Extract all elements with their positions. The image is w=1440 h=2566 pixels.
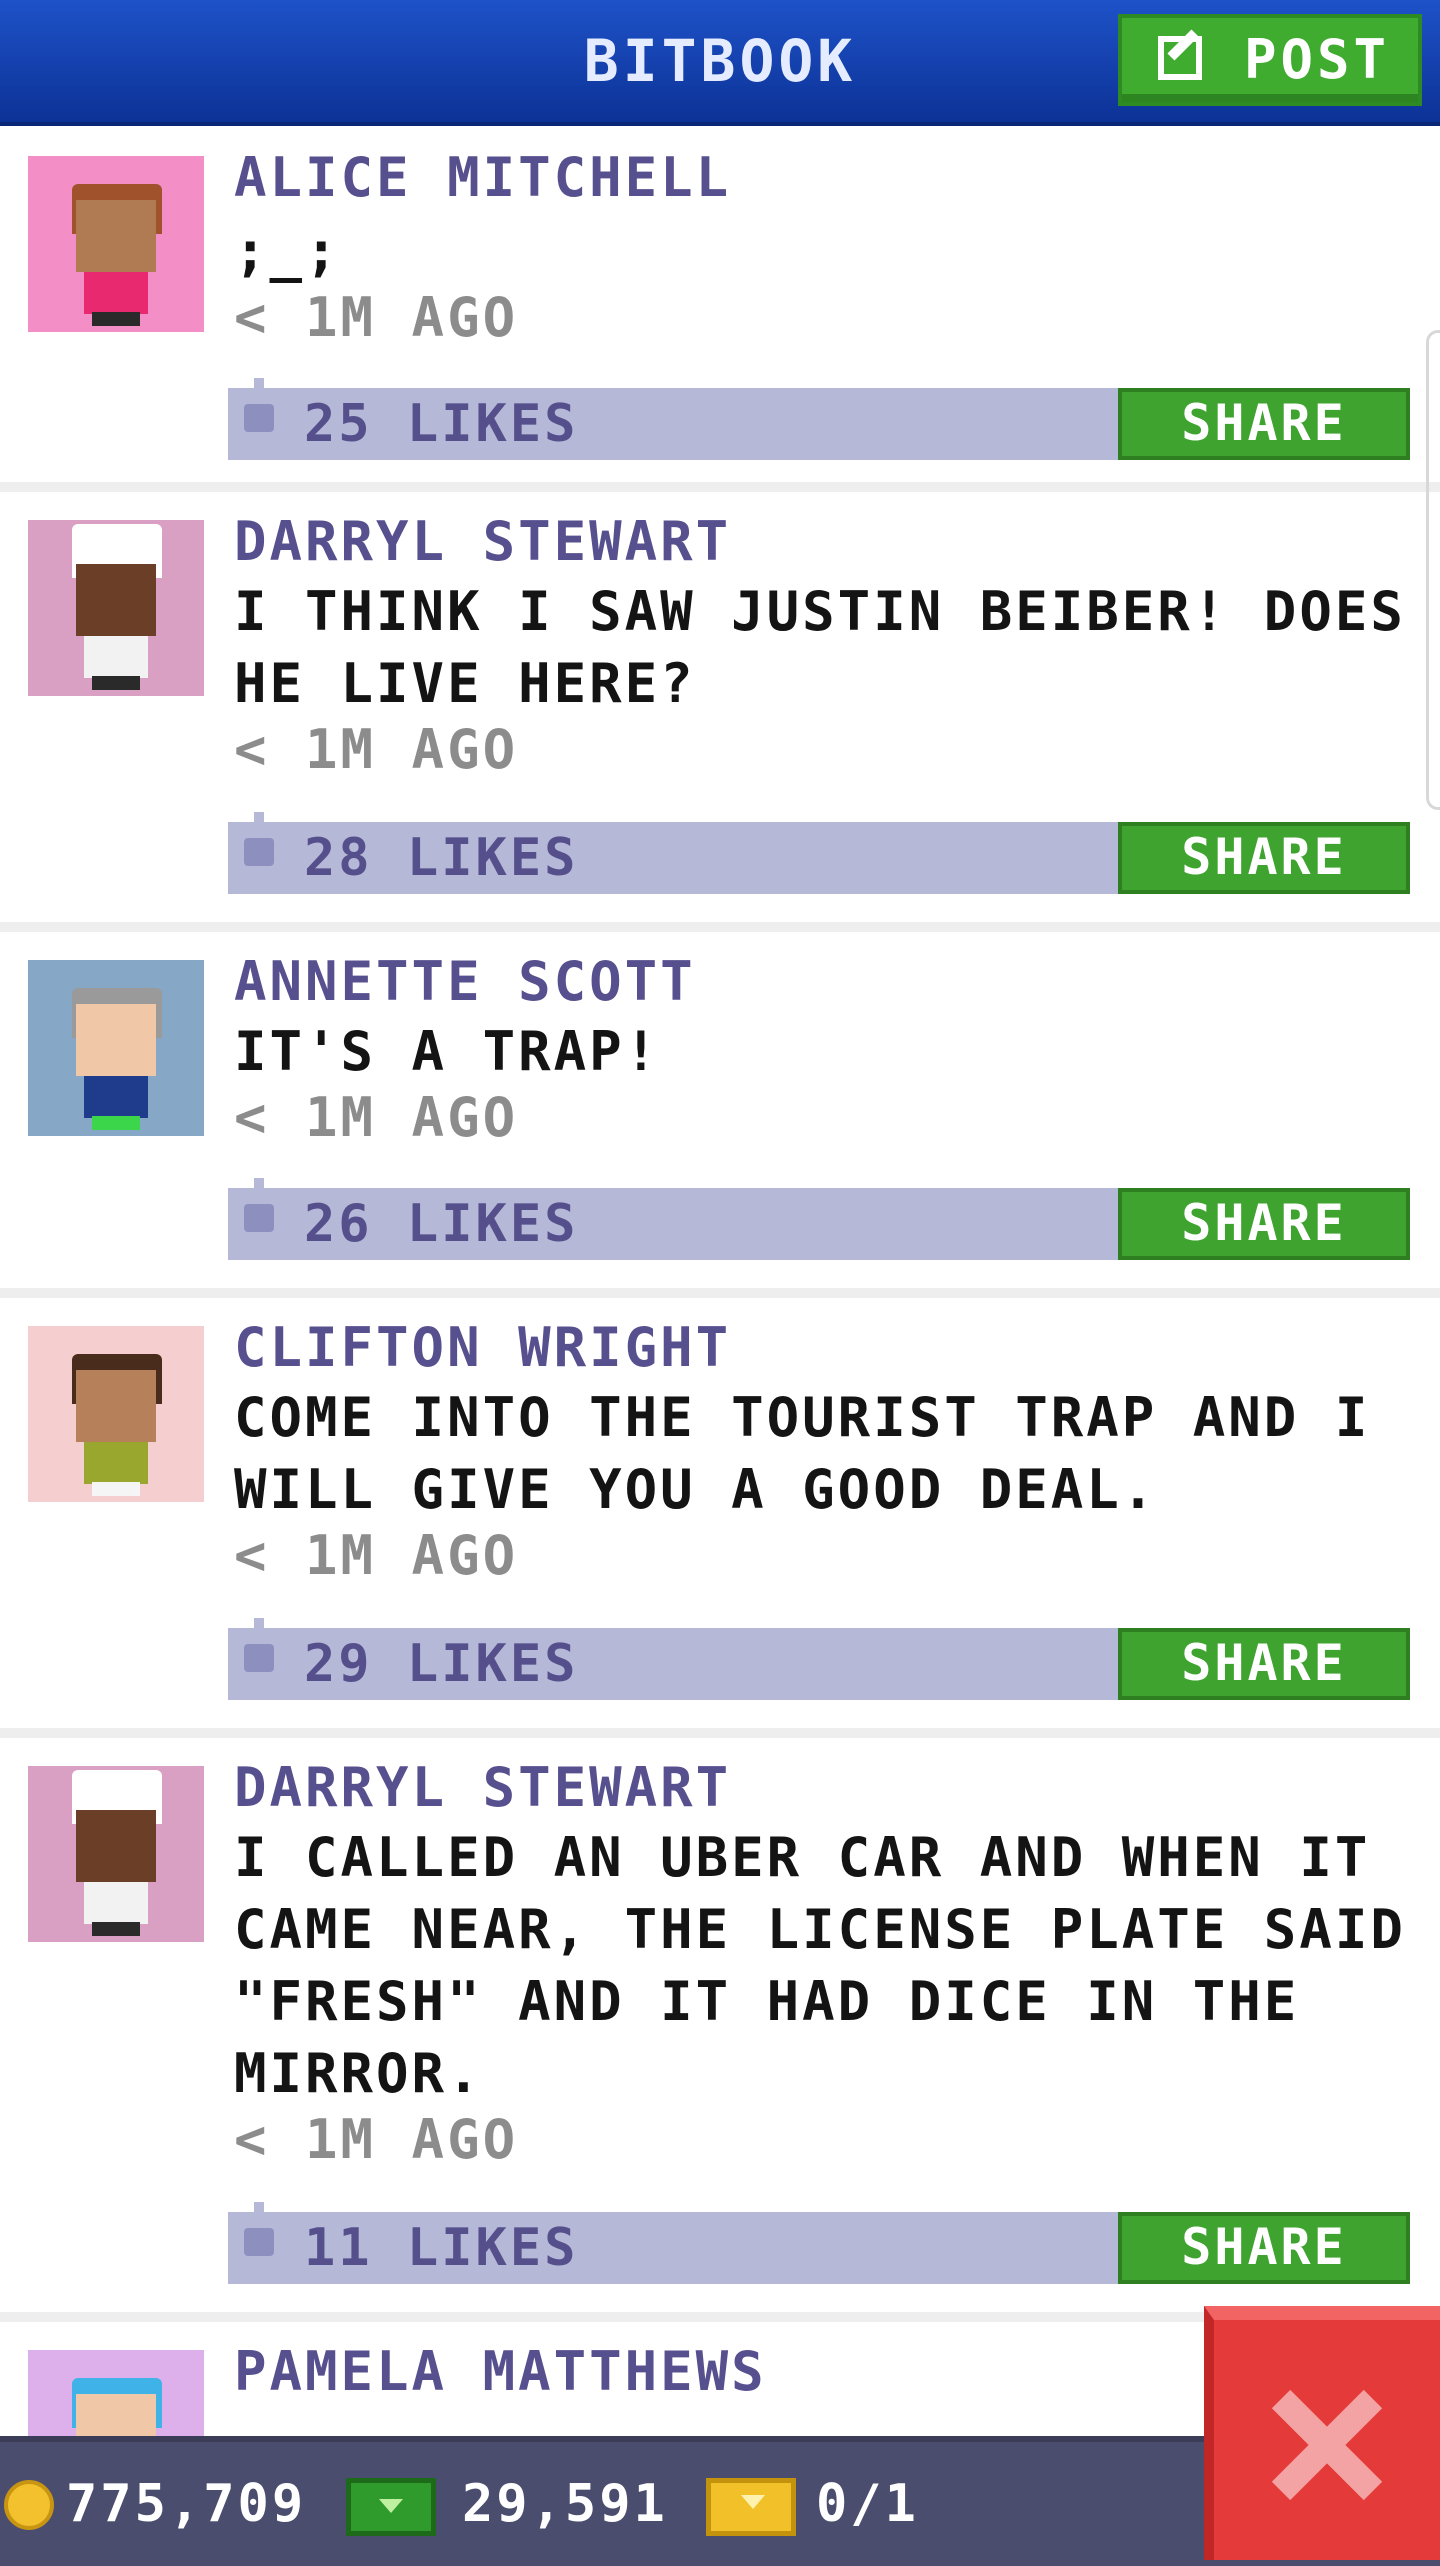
feed-post: ALICE MITCHELL ;_; < 1M AGO 25 LIKES SHA… [0,126,1440,492]
feed-post: DARRYL STEWART I THINK I SAW JUSTIN BEIB… [0,492,1440,932]
post-author[interactable]: ALICE MITCHELL [234,146,731,209]
thumbs-up-icon [244,1618,274,1672]
thumbs-up-icon [244,812,274,866]
avatar[interactable] [28,520,204,696]
compose-icon [1158,36,1202,80]
scrollbar[interactable] [1426,330,1440,810]
post-time: < 1M AGO [234,1524,519,1587]
like-bar[interactable]: 29 LIKES SHARE [228,1618,1410,1700]
like-count: 11 LIKES [304,2218,579,2278]
bux-icon [346,2478,436,2536]
ticket-icon [706,2478,796,2536]
thumbs-up-icon [244,2202,274,2256]
like-count: 25 LIKES [304,394,579,454]
feed[interactable]: ALICE MITCHELL ;_; < 1M AGO 25 LIKES SHA… [0,126,1440,2526]
post-author[interactable]: CLIFTON WRIGHT [234,1316,731,1379]
feed-post: ANNETTE SCOTT IT'S A TRAP! < 1M AGO 26 L… [0,932,1440,1298]
post-message: ;_; [234,220,341,283]
post-message: I CALLED AN UBER CAR AND WHEN IT CAME NE… [234,1826,1406,2105]
thumbs-up-icon [244,1178,274,1232]
like-bar[interactable]: 25 LIKES SHARE [228,378,1410,460]
post-button-label: POST [1244,28,1391,91]
like-count: 28 LIKES [304,828,579,888]
ticket-count: 0/1 [816,2474,919,2534]
coin-count: 775,709 [66,2474,307,2534]
post-author[interactable]: PAMELA MATTHEWS [234,2340,767,2403]
like-bar[interactable]: 11 LIKES SHARE [228,2202,1410,2284]
share-button[interactable]: SHARE [1118,388,1410,460]
post-time: < 1M AGO [234,2108,519,2171]
like-count: 29 LIKES [304,1634,579,1694]
post-message: I THINK I SAW JUSTIN BEIBER! DOES HE LIV… [234,580,1406,715]
share-button[interactable]: SHARE [1118,2212,1410,2284]
post-message: COME INTO THE TOURIST TRAP AND I WILL GI… [234,1386,1371,1521]
post-button[interactable]: POST [1118,14,1422,106]
feed-post: DARRYL STEWART I CALLED AN UBER CAR AND … [0,1738,1440,2322]
close-button[interactable] [1204,2306,1440,2560]
coin-icon [4,2480,54,2530]
thumbs-up-icon [244,378,274,432]
post-author[interactable]: DARRYL STEWART [234,510,731,573]
post-author[interactable]: ANNETTE SCOTT [234,950,696,1013]
like-count: 26 LIKES [304,1194,579,1254]
share-button[interactable]: SHARE [1118,1628,1410,1700]
top-bar: BITBOOK POST [0,0,1440,126]
like-bar[interactable]: 26 LIKES SHARE [228,1178,1410,1260]
feed-post: CLIFTON WRIGHT COME INTO THE TOURIST TRA… [0,1298,1440,1738]
post-time: < 1M AGO [234,286,519,349]
post-time: < 1M AGO [234,718,519,781]
share-button[interactable]: SHARE [1118,822,1410,894]
post-message: IT'S A TRAP! [234,1020,661,1083]
avatar[interactable] [28,1766,204,1942]
bux-count: 29,591 [462,2474,668,2534]
post-time: < 1M AGO [234,1086,519,1149]
like-bar[interactable]: 28 LIKES SHARE [228,812,1410,894]
share-button[interactable]: SHARE [1118,1188,1410,1260]
avatar[interactable] [28,156,204,332]
avatar[interactable] [28,960,204,1136]
post-author[interactable]: DARRYL STEWART [234,1756,731,1819]
avatar[interactable] [28,1326,204,1502]
